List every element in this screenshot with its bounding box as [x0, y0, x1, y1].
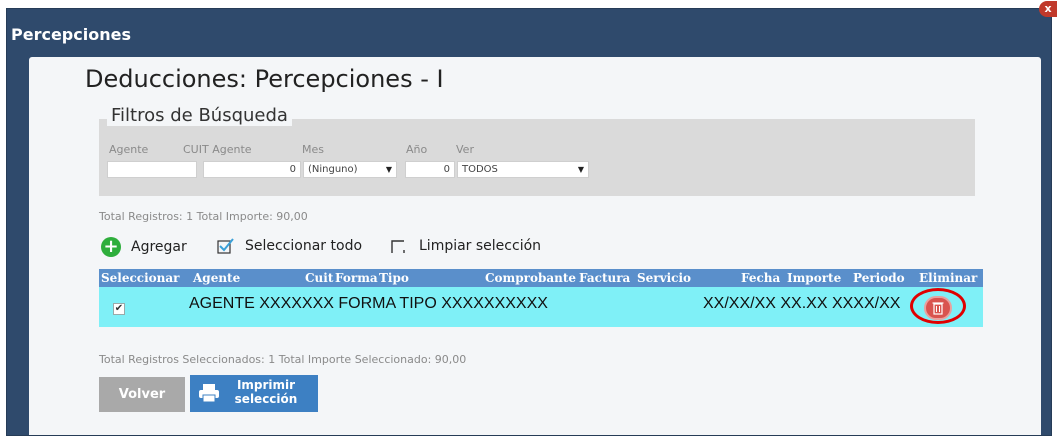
cuit-input[interactable]: 0 [203, 161, 301, 178]
checked-box-icon [217, 238, 234, 254]
total-summary: Total Registros: 1 Total Importe: 90,00 [99, 210, 308, 223]
table-header: Seleccionar Agente Cuit Forma Tipo Compr… [99, 269, 983, 287]
col-cuit[interactable]: Cuit [305, 271, 333, 285]
col-comprobante[interactable]: Comprobante [485, 271, 576, 285]
dialog-title: Percepciones [11, 25, 131, 44]
page-title: Deducciones: Percepciones - I [85, 65, 444, 93]
ver-label: Ver [456, 143, 474, 156]
col-tipo[interactable]: Tipo [379, 271, 409, 285]
dialog-content: Deducciones: Percepciones - I Filtros de… [29, 57, 1041, 435]
agente-input[interactable] [107, 161, 197, 178]
search-filters-panel [99, 119, 975, 196]
ver-select[interactable]: TODOS ▼ [457, 161, 589, 178]
row-select-checkbox[interactable]: ✔ [113, 303, 125, 315]
screen: Percepciones x Deducciones: Percepciones… [0, 0, 1059, 436]
select-all-button[interactable]: Seleccionar todo [217, 237, 362, 255]
col-factura[interactable]: Factura [579, 271, 630, 285]
table-row[interactable]: ✔ AGENTE XXXXXXX FORMA TIPO XXXXXXXXXX X… [99, 287, 983, 327]
select-all-label: Seleccionar todo [245, 238, 363, 254]
agente-label: Agente [109, 143, 149, 156]
mes-select-value: (Ninguno) [308, 164, 358, 175]
add-label: Agregar [131, 239, 187, 255]
col-eliminar[interactable]: Eliminar [919, 271, 977, 285]
print-selection-label: Imprimir selección [234, 378, 298, 406]
col-seleccionar[interactable]: Seleccionar [101, 271, 180, 285]
anio-label: Año [406, 143, 428, 156]
mes-select[interactable]: (Ninguno) ▼ [303, 161, 397, 178]
ver-select-value: TODOS [462, 164, 498, 175]
highlight-annotation [910, 288, 966, 324]
percepciones-table: Seleccionar Agente Cuit Forma Tipo Compr… [99, 269, 983, 327]
printer-icon [199, 384, 219, 403]
col-periodo[interactable]: Periodo [853, 271, 905, 285]
mes-label: Mes [302, 143, 324, 156]
plus-icon: + [101, 237, 121, 257]
volver-button[interactable]: Volver [99, 377, 185, 412]
col-forma[interactable]: Forma [335, 271, 378, 285]
row-agente-cells: AGENTE XXXXXXX FORMA TIPO XXXXXXXXXX [189, 295, 548, 312]
filters-legend: Filtros de Búsqueda [107, 105, 292, 126]
clear-selection-label: Limpiar selección [419, 238, 542, 254]
print-selection-button[interactable]: Imprimir selección [190, 375, 318, 412]
empty-box-icon [391, 240, 405, 253]
row-fecha-importe-periodo: XX/XX/XX XX.XX XXXX/XX [703, 295, 901, 312]
col-agente[interactable]: Agente [193, 271, 240, 285]
close-icon[interactable]: x [1039, 1, 1057, 17]
chevron-down-icon: ▼ [577, 165, 584, 174]
anio-input[interactable]: 0 [405, 161, 455, 178]
selected-total-summary: Total Registros Seleccionados: 1 Total I… [99, 353, 467, 366]
col-importe[interactable]: Importe [787, 271, 841, 285]
col-fecha[interactable]: Fecha [741, 271, 780, 285]
col-servicio[interactable]: Servicio [637, 271, 691, 285]
cuit-label: CUIT Agente [183, 143, 252, 156]
chevron-down-icon: ▼ [385, 165, 392, 174]
add-button[interactable]: + Agregar [101, 237, 187, 257]
dialog-window: Percepciones x Deducciones: Percepciones… [6, 1, 1057, 436]
clear-selection-button[interactable]: Limpiar selección [391, 237, 541, 255]
